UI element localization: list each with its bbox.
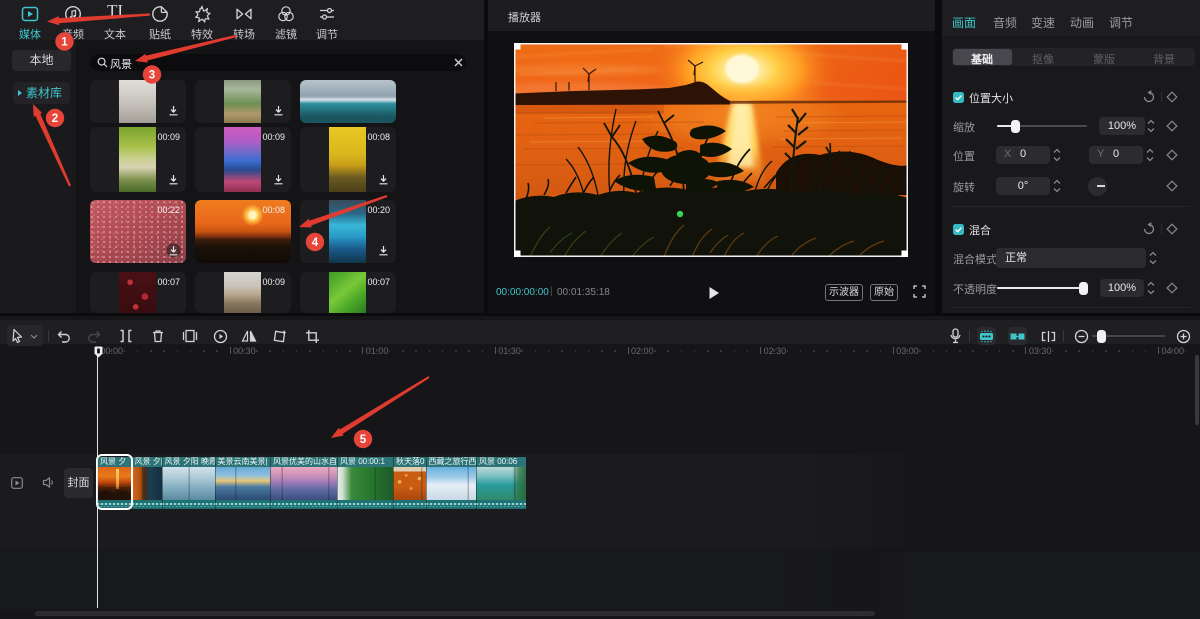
svg-text:4: 4: [312, 237, 319, 249]
svg-text:3: 3: [149, 70, 155, 82]
svg-text:5: 5: [360, 434, 367, 446]
svg-text:1: 1: [61, 37, 68, 49]
svg-text:2: 2: [52, 113, 58, 125]
